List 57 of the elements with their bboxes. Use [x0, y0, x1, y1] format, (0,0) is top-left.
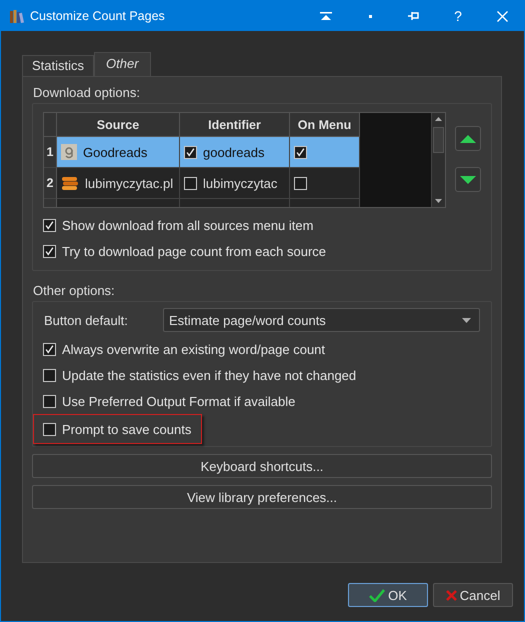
table-cell[interactable] — [290, 137, 360, 168]
checkbox[interactable] — [184, 146, 197, 158]
move-up-button[interactable] — [455, 126, 481, 151]
checkbox-label: Use Preferred Output Format if available — [62, 394, 296, 408]
column-header[interactable]: On Menu — [290, 113, 360, 137]
table-cell[interactable]: Goodreads — [57, 137, 180, 168]
button-default-dropdown[interactable]: Estimate page/word counts — [163, 308, 480, 332]
row-number: 2 — [44, 168, 57, 199]
checkbox[interactable] — [43, 244, 56, 258]
scroll-thumb[interactable] — [433, 127, 444, 153]
tab[interactable]: Other — [94, 52, 151, 76]
pin-icon[interactable] — [408, 11, 420, 21]
move-down-button[interactable] — [455, 167, 481, 192]
checkbox[interactable] — [43, 394, 56, 408]
checkbox-label: Always overwrite an existing word/page count — [62, 342, 326, 356]
table-cell[interactable]: lubimyczytac.pl — [57, 168, 180, 199]
scroll-up-icon[interactable] — [435, 116, 442, 121]
book-stack-icon — [61, 176, 79, 190]
checkbox[interactable] — [43, 218, 56, 232]
close-icon — [446, 590, 457, 600]
checkbox[interactable] — [294, 176, 307, 190]
checkbox[interactable] — [43, 342, 56, 356]
checkbox-label: Show download from all sources menu item — [62, 218, 314, 232]
checkbox[interactable] — [43, 422, 56, 436]
scroll-down-icon[interactable] — [435, 199, 442, 204]
column-header[interactable]: Source — [57, 113, 180, 137]
action-button[interactable]: Keyboard shortcuts... — [32, 454, 492, 478]
window-title: Customize Count Pages — [30, 9, 166, 23]
checkmark-icon — [369, 588, 386, 602]
checkbox[interactable] — [43, 368, 56, 382]
ok-button[interactable]: OK — [348, 583, 428, 607]
roll-up-icon[interactable] — [320, 12, 332, 20]
checkbox[interactable] — [294, 146, 307, 158]
row-number: 1 — [44, 137, 57, 168]
action-button[interactable]: View library preferences... — [32, 485, 492, 509]
letter-tile-icon — [61, 144, 77, 160]
checkbox-label: Try to download page count from each source — [62, 244, 326, 258]
group-label: Download options: — [32, 85, 141, 102]
group-label: Other options: — [32, 283, 116, 300]
dropdown-arrow-icon — [462, 318, 471, 322]
help-button[interactable]: ? — [436, 1, 480, 31]
cancel-button[interactable]: Cancel — [433, 583, 513, 607]
down-triangle-icon — [460, 176, 476, 184]
checkbox-label: Prompt to save counts — [62, 422, 192, 436]
field-label: Button default: — [43, 312, 129, 328]
table-cell[interactable]: lubimyczytac — [180, 168, 290, 199]
minimize-icon[interactable] — [368, 14, 372, 18]
up-triangle-icon — [460, 134, 476, 142]
checkbox-label: Update the statistics even if they have not changed — [62, 368, 356, 382]
table-cell[interactable] — [290, 168, 360, 199]
books-icon — [10, 9, 24, 23]
checkbox[interactable] — [184, 176, 197, 190]
column-header[interactable]: Identifier — [180, 113, 290, 137]
close-icon[interactable] — [496, 10, 508, 22]
scrollbar[interactable] — [431, 113, 445, 207]
tab[interactable]: Statistics — [22, 55, 94, 76]
table-cell[interactable]: goodreads — [180, 137, 290, 168]
